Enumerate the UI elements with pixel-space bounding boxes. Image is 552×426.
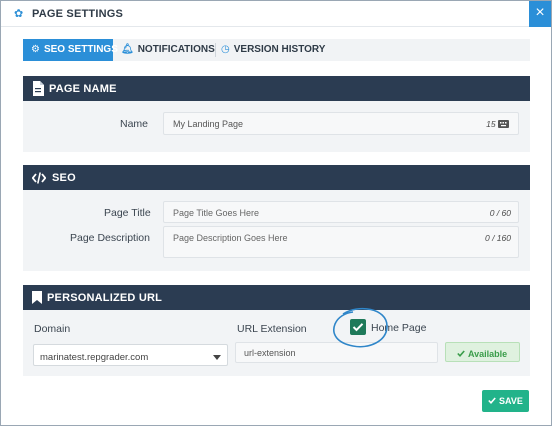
section-title: PERSONALIZED URL <box>47 292 163 304</box>
page-name-section: PAGE NAME Name My Landing Page 15 <box>23 76 530 152</box>
section-title: PAGE NAME <box>49 83 117 95</box>
home-page-label: Home Page <box>371 322 427 334</box>
gears-icon: ⚙ <box>31 44 40 55</box>
tab-label: NOTIFICATIONS <box>137 44 215 55</box>
page-title-char-count: 0 / 60 <box>489 208 511 218</box>
page-description-label: Page Description <box>70 232 150 244</box>
name-value: My Landing Page <box>173 119 244 129</box>
name-char-count: 15 <box>486 119 509 129</box>
close-icon: × <box>535 4 545 21</box>
name-field[interactable]: My Landing Page 15 <box>163 112 519 135</box>
availability-badge: Available <box>445 342 520 362</box>
personalized-url-header: PERSONALIZED URL <box>23 285 530 310</box>
home-page-checkbox[interactable] <box>350 319 366 335</box>
personalized-url-section: PERSONALIZED URL Domain marinatest.repgr… <box>23 285 530 376</box>
tab-divider <box>215 43 216 57</box>
page-title-label: Page Title <box>104 207 151 219</box>
gear-icon: ✿ <box>14 8 24 20</box>
page-description-field[interactable]: Page Description Goes Here 0 / 160 <box>163 226 519 258</box>
page-title-field[interactable]: Page Title Goes Here 0 / 60 <box>163 201 519 223</box>
domain-value: marinatest.repgrader.com <box>40 352 149 363</box>
tab-label: SEO SETTINGS <box>43 44 118 55</box>
domain-label: Domain <box>34 323 71 335</box>
save-label: SAVE <box>488 396 523 406</box>
save-button[interactable]: SAVE <box>482 390 529 412</box>
checkmark-icon <box>352 323 364 332</box>
name-label: Name <box>120 118 149 130</box>
url-extension-field[interactable]: url-extension <box>235 342 438 363</box>
page-name-header: PAGE NAME <box>23 76 530 101</box>
dialog-title: PAGE SETTINGS <box>32 8 124 20</box>
page-settings-dialog: ✿ PAGE SETTINGS × ⚙ SEO SETTINGS 🔔︎ NOTIFI… <box>0 0 552 426</box>
section-title: SEO <box>52 172 76 184</box>
chevron-down-icon <box>213 355 221 360</box>
code-icon <box>32 172 46 184</box>
tab-label: VERSION HISTORY <box>233 44 326 55</box>
check-icon <box>457 350 465 357</box>
page-description-char-count: 0 / 160 <box>485 233 511 243</box>
bell-icon: 🔔︎ <box>121 44 134 55</box>
tab-bar: ⚙ SEO SETTINGS 🔔︎ NOTIFICATIONS ◷ VERSION H… <box>23 39 530 61</box>
page-description-placeholder: Page Description Goes Here <box>173 233 288 243</box>
close-button[interactable]: × <box>529 1 551 27</box>
availability-text: Available <box>457 349 507 359</box>
domain-select[interactable]: marinatest.repgrader.com <box>33 344 228 366</box>
seo-section: SEO Page Title Page Title Goes Here 0 / … <box>23 165 530 271</box>
tab-seo-settings[interactable]: ⚙ SEO SETTINGS <box>23 39 118 61</box>
seo-header: SEO <box>23 165 530 190</box>
dialog-titlebar: ✿ PAGE SETTINGS × <box>1 1 551 27</box>
bookmark-icon <box>32 291 42 304</box>
keyboard-icon <box>498 120 509 128</box>
url-extension-label: URL Extension <box>237 323 307 335</box>
clock-icon: ◷ <box>221 44 230 55</box>
file-icon <box>33 81 44 96</box>
page-title-placeholder: Page Title Goes Here <box>173 208 260 218</box>
tab-notifications[interactable]: 🔔︎ NOTIFICATIONS <box>121 39 215 61</box>
tab-version-history[interactable]: ◷ VERSION HISTORY <box>221 39 326 61</box>
check-icon <box>488 397 496 404</box>
url-extension-value: url-extension <box>244 348 296 358</box>
